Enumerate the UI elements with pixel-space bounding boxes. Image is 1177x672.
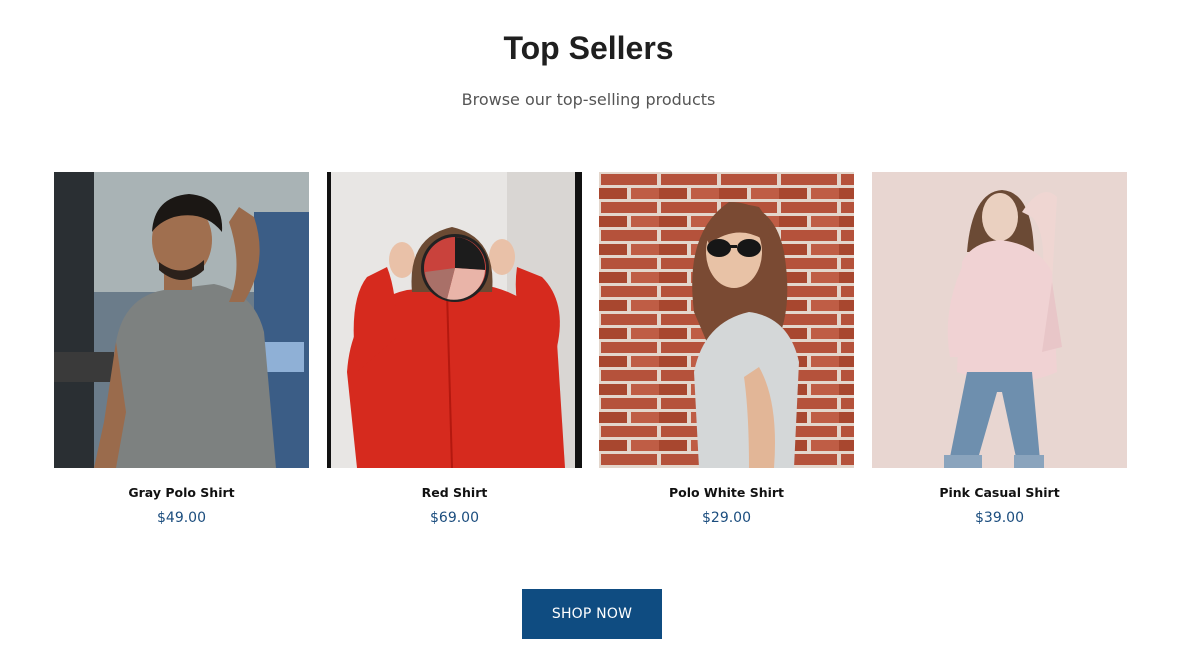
- product-image-woman-red-shirt[interactable]: [327, 172, 582, 468]
- product-price: $29.00: [702, 510, 751, 526]
- product-card[interactable]: Gray Polo Shirt $49.00: [54, 172, 309, 526]
- product-card[interactable]: Red Shirt $69.00: [327, 172, 582, 526]
- product-grid: Gray Polo Shirt $49.00 Red Shirt $69.00 …: [54, 172, 1127, 542]
- product-image-woman-brick-wall[interactable]: [599, 172, 854, 468]
- product-card[interactable]: Pink Casual Shirt $39.00: [872, 172, 1127, 526]
- product-image-woman-pink-shirt[interactable]: [872, 172, 1127, 468]
- section-title: Top Sellers: [503, 30, 674, 66]
- product-price: $69.00: [430, 510, 479, 526]
- product-price: $49.00: [157, 510, 206, 526]
- product-price: $39.00: [975, 510, 1024, 526]
- product-card[interactable]: Polo White Shirt $29.00: [599, 172, 854, 526]
- section-subtitle: Browse our top-selling products: [461, 90, 716, 109]
- top-sellers-section: Top Sellers Browse our top-selling produ…: [0, 0, 1177, 672]
- product-name[interactable]: Red Shirt: [327, 485, 582, 500]
- shop-now-button[interactable]: SHOP NOW: [522, 589, 662, 639]
- product-name[interactable]: Polo White Shirt: [599, 485, 854, 500]
- product-image-man-gray-tshirt[interactable]: [54, 172, 309, 468]
- product-name[interactable]: Gray Polo Shirt: [54, 485, 309, 500]
- product-name[interactable]: Pink Casual Shirt: [872, 485, 1127, 500]
